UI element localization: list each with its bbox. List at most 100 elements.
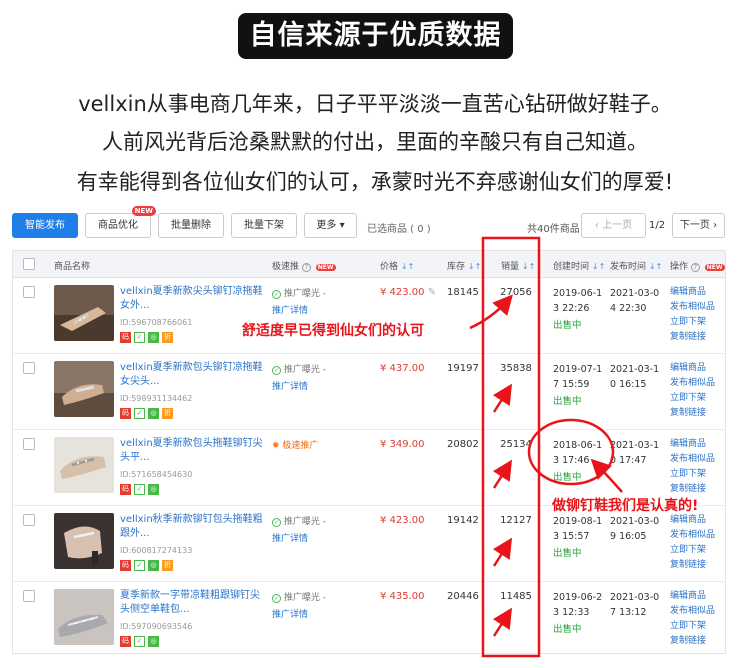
row-checkbox[interactable] — [23, 362, 35, 374]
sort-icon[interactable]: ↓↑ — [522, 262, 535, 271]
sales-count: 35838 — [500, 363, 532, 374]
copy-link[interactable]: 复制链接 — [670, 406, 726, 421]
publish-similar-link[interactable]: 发布相似品 — [670, 300, 726, 315]
tag-icon: ◎ — [148, 484, 159, 495]
product-tags: 码 ✓ ◎ 折 — [120, 560, 176, 572]
tag-icon: ◎ — [148, 560, 159, 571]
offshelf-now-link[interactable]: 立即下架 — [670, 315, 726, 330]
new-badge: NEW — [131, 206, 156, 216]
offshelf-now-link[interactable]: 立即下架 — [670, 619, 726, 634]
product-thumbnail[interactable] — [54, 589, 114, 645]
row-checkbox[interactable] — [23, 438, 35, 450]
product-title-link[interactable]: 夏季新款一字带凉鞋粗跟铆钉尖头侧空单鞋包... — [120, 589, 265, 617]
publish-similar-link[interactable]: 发布相似品 — [670, 452, 726, 467]
copy-link[interactable]: 复制链接 — [670, 634, 726, 649]
edit-product-link[interactable]: 编辑商品 — [670, 285, 726, 300]
intro-line-3: 有幸能得到各位仙女们的认可，承蒙时光不弃感谢仙女们的厚爱! — [76, 170, 674, 194]
published-time: 2021-03-10 16:15 — [610, 364, 660, 390]
header-ops-label: 操作 — [670, 262, 689, 272]
more-dropdown-button[interactable]: 更多 ▾ — [304, 213, 357, 238]
smart-publish-button[interactable]: 智能发布 — [12, 213, 78, 238]
status-badge: 出售中 — [553, 548, 582, 559]
product-thumbnail[interactable] — [54, 285, 114, 341]
offshelf-now-link[interactable]: 立即下架 — [670, 543, 726, 558]
product-title-link[interactable]: vellxin夏季新款包头拖鞋铆钉尖头平... — [120, 437, 265, 465]
price[interactable]: ¥ 349.00 — [380, 439, 425, 450]
header-created[interactable]: 创建时间 ↓↑ — [553, 259, 605, 272]
sort-icon[interactable]: ↓↑ — [401, 262, 414, 271]
row-checkbox[interactable] — [23, 286, 35, 298]
product-title-link[interactable]: vellxin夏季新款尖头铆钉凉拖鞋女外... — [120, 285, 265, 313]
product-optimize-button[interactable]: 商品优化 NEW — [85, 206, 156, 238]
status-badge: 出售中 — [553, 396, 582, 407]
promo-status[interactable]: ✓ 推广曝光 - — [272, 362, 326, 375]
tag-icon: 折 — [162, 408, 173, 419]
price[interactable]: ¥ 435.00 — [380, 591, 425, 602]
select-all-checkbox[interactable] — [23, 258, 35, 270]
edit-product-link[interactable]: 编辑商品 — [670, 437, 726, 452]
tag-icon: 折 — [162, 332, 173, 343]
promo-label: 极速推广 — [282, 441, 319, 451]
promo-detail-link[interactable]: 推广详情 — [272, 379, 308, 392]
row-actions: 编辑商品 发布相似品 立即下架 复制链接 — [670, 589, 726, 649]
next-page-button[interactable]: 下一页 › — [672, 213, 725, 238]
offshelf-now-link[interactable]: 立即下架 — [670, 467, 726, 482]
row-checkbox[interactable] — [23, 514, 35, 526]
row-actions: 编辑商品 发布相似品 立即下架 复制链接 — [670, 437, 726, 497]
copy-link[interactable]: 复制链接 — [670, 558, 726, 573]
publish-similar-link[interactable]: 发布相似品 — [670, 604, 726, 619]
pencil-icon[interactable]: ✎ — [428, 287, 436, 298]
header-published[interactable]: 发布时间 ↓↑ — [610, 259, 662, 272]
promo-status[interactable]: ✓ 推广曝光 - — [272, 286, 326, 299]
header-sales[interactable]: 销量 ↓↑ — [501, 259, 535, 272]
tag-icon: ✓ — [134, 636, 145, 647]
header-promo[interactable]: 极速推 ? NEW — [272, 259, 336, 272]
promo-status[interactable]: ✓ 推广曝光 - — [272, 514, 326, 527]
check-circle-icon: ✓ — [272, 290, 281, 299]
offshelf-now-link[interactable]: 立即下架 — [670, 391, 726, 406]
header-ops: 操作 ? NEW — [670, 259, 725, 272]
promo-status[interactable]: ✓ 推广曝光 - — [272, 590, 326, 603]
price[interactable]: ¥ 423.00 — [380, 515, 425, 526]
price[interactable]: ¥ 437.00 — [380, 363, 425, 374]
publish-similar-link[interactable]: 发布相似品 — [670, 376, 726, 391]
check-circle-icon: ✓ — [272, 518, 281, 527]
product-title-link[interactable]: vellxin夏季新款包头铆钉凉拖鞋女尖头... — [120, 361, 265, 389]
sort-icon[interactable]: ↓↑ — [468, 262, 481, 271]
promo-detail-link[interactable]: 推广详情 — [272, 607, 308, 620]
promo-label: 推广曝光 - — [283, 517, 326, 527]
row-checkbox[interactable] — [23, 590, 35, 602]
sort-icon[interactable]: ↓↑ — [649, 262, 662, 271]
product-thumbnail[interactable] — [54, 513, 114, 569]
batch-delete-button[interactable]: 批量删除 — [158, 213, 224, 238]
edit-product-link[interactable]: 编辑商品 — [670, 589, 726, 604]
prev-page-button[interactable]: ‹ 上一页 — [581, 213, 646, 238]
edit-product-link[interactable]: 编辑商品 — [670, 513, 726, 528]
tag-icon: 码 — [120, 560, 131, 571]
price[interactable]: ¥ 423.00 ✎ — [380, 287, 436, 298]
header-price-label: 价格 — [380, 262, 399, 272]
header-stock[interactable]: 库存 ↓↑ — [447, 259, 481, 272]
product-optimize-label: 商品优化 — [98, 220, 138, 231]
copy-link[interactable]: 复制链接 — [670, 330, 726, 345]
help-icon[interactable]: ? — [301, 263, 311, 272]
status-badge: 出售中 — [553, 320, 582, 331]
batch-offshelf-button[interactable]: 批量下架 — [231, 213, 297, 238]
sales-count: 27056 — [500, 287, 532, 298]
promo-detail-link[interactable]: 推广详情 — [272, 303, 308, 316]
product-thumbnail[interactable] — [54, 437, 114, 493]
tag-icon: ✓ — [134, 332, 145, 343]
header-price[interactable]: 价格 ↓↑ — [380, 259, 414, 272]
product-title-link[interactable]: vellxin秋季新款铆钉包头拖鞋粗跟外... — [120, 513, 265, 541]
product-id: ID:596708766061 — [120, 318, 193, 327]
publish-similar-link[interactable]: 发布相似品 — [670, 528, 726, 543]
stock: 20446 — [447, 591, 479, 602]
created-time: 2018-06-13 17:46 — [553, 440, 603, 466]
published-time: 2021-03-04 22:30 — [610, 288, 660, 314]
promo-detail-link[interactable]: 推广详情 — [272, 531, 308, 544]
help-icon[interactable]: ? — [690, 263, 700, 272]
edit-product-link[interactable]: 编辑商品 — [670, 361, 726, 376]
sort-icon[interactable]: ↓↑ — [592, 262, 605, 271]
product-thumbnail[interactable] — [54, 361, 114, 417]
promo-status[interactable]: ✹ 极速推广 — [272, 438, 318, 451]
